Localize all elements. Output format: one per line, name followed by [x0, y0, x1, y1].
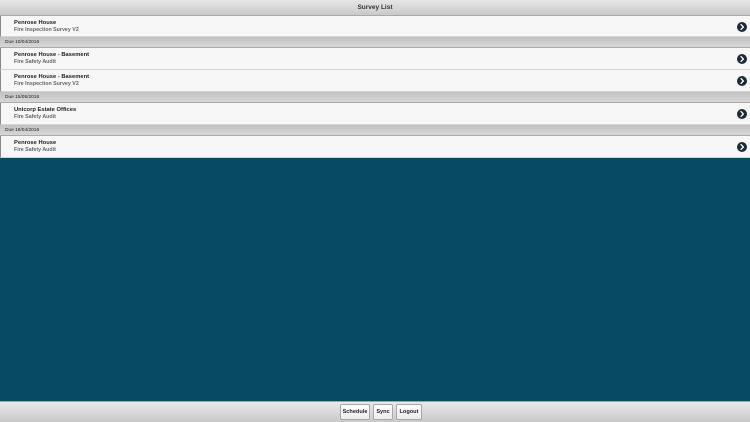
- due-date-divider: Due 15/05/2016: [0, 92, 750, 103]
- due-date-divider: Due 18/04/2016: [0, 125, 750, 136]
- survey-row[interactable]: Penrose House Fire Safety Audit: [0, 136, 750, 158]
- survey-subtitle: Fire Safety Audit: [14, 59, 56, 65]
- sync-button[interactable]: Sync: [373, 404, 393, 420]
- survey-title: Penrose House: [14, 140, 57, 146]
- survey-subtitle: Fire Inspection Survey V2: [14, 81, 79, 87]
- survey-row[interactable]: Unicorp Estate Offices Fire Safety Audit: [0, 103, 750, 125]
- logout-button[interactable]: Logout: [396, 404, 422, 420]
- survey-row[interactable]: Penrose House - Basement Fire Inspection…: [0, 70, 750, 92]
- survey-title: Penrose House - Basement: [14, 52, 90, 58]
- due-date-label: Due 15/05/2016: [5, 95, 40, 100]
- survey-subtitle: Fire Inspection Survey V2: [14, 27, 79, 33]
- schedule-button[interactable]: Schedule: [340, 404, 370, 420]
- survey-subtitle: Fire Safety Audit: [14, 147, 56, 153]
- chevron-right-icon[interactable]: [737, 142, 747, 152]
- due-date-divider: Due 10/04/2016: [0, 37, 750, 48]
- survey-row[interactable]: Penrose House - Basement Fire Safety Aud…: [0, 48, 750, 70]
- survey-title: Penrose House - Basement: [14, 74, 90, 80]
- chevron-right-icon[interactable]: [737, 54, 747, 64]
- due-date-label: Due 10/04/2016: [5, 40, 40, 45]
- due-date-label: Due 18/04/2016: [5, 128, 40, 133]
- page-title: Survey List: [357, 4, 393, 11]
- footer-toolbar: Schedule Sync Logout: [0, 401, 750, 422]
- survey-list: Penrose House Fire Inspection Survey V2 …: [0, 16, 750, 158]
- title-bar: Survey List: [0, 0, 750, 16]
- survey-row[interactable]: Penrose House Fire Inspection Survey V2: [0, 16, 750, 37]
- footer-button-group: Schedule Sync Logout: [340, 404, 422, 420]
- survey-title: Unicorp Estate Offices: [14, 107, 77, 113]
- chevron-right-icon[interactable]: [737, 22, 747, 32]
- chevron-right-icon[interactable]: [737, 109, 747, 119]
- app-window: Survey List Penrose House Fire Inspectio…: [0, 0, 750, 422]
- survey-title: Penrose House: [14, 20, 57, 26]
- survey-subtitle: Fire Safety Audit: [14, 114, 56, 120]
- chevron-right-icon[interactable]: [737, 76, 747, 86]
